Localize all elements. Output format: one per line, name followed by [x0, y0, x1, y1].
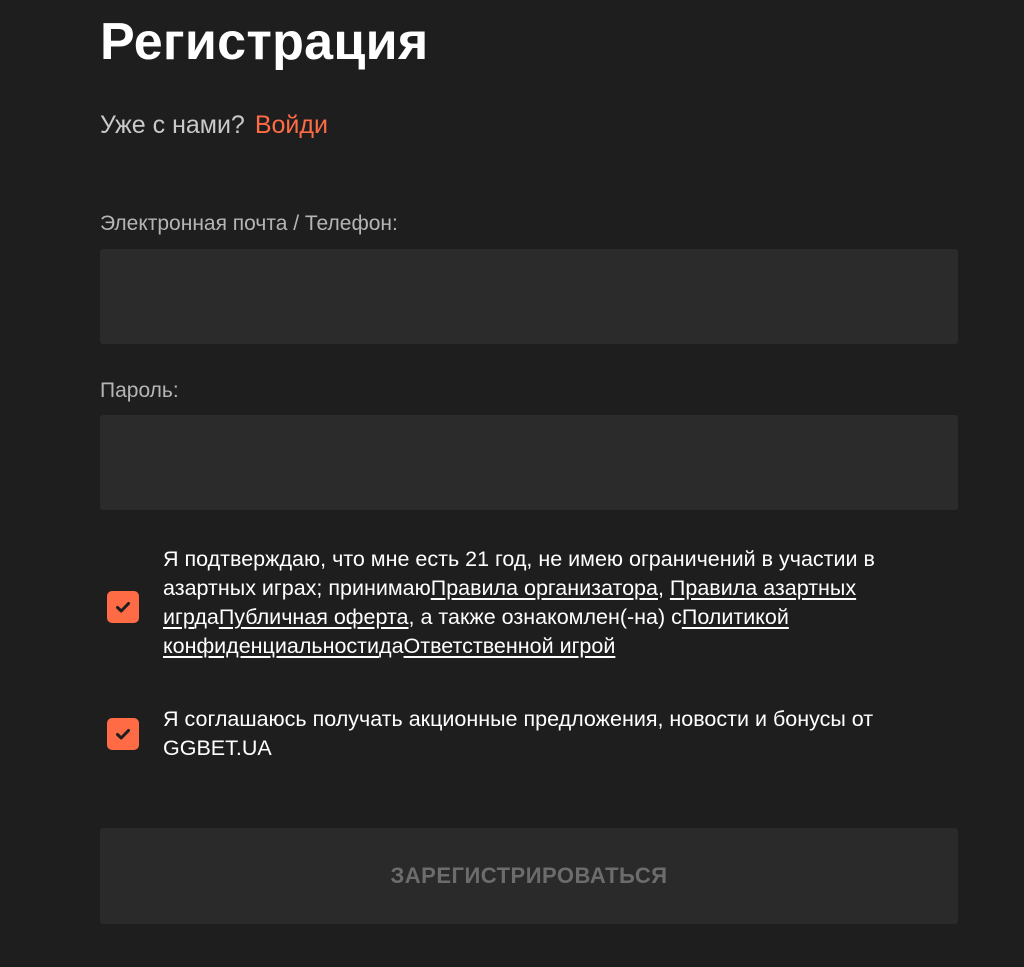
register-button[interactable]: ЗАРЕГИСТРИРОВАТЬСЯ — [100, 828, 958, 924]
checkmark-icon — [116, 729, 130, 740]
login-prompt: Уже с нами? Войди — [100, 108, 328, 142]
registration-form: Регистрация Уже с нами? Войди Электронная… — [0, 0, 1024, 967]
password-label: Пароль: — [100, 379, 179, 402]
promo-text: Я соглашаюсь получать акционные предложе… — [163, 707, 874, 760]
email-label: Электронная почта / Телефон: — [100, 212, 398, 235]
terms-text: Я подтверждаю, что мне есть 21 год, не и… — [163, 545, 963, 661]
public-offer-link[interactable]: Публичная оферта — [219, 605, 409, 629]
login-prompt-text: Уже с нами? — [100, 111, 245, 139]
email-phone-input[interactable] — [100, 249, 958, 344]
promo-checkbox[interactable] — [107, 718, 139, 750]
page-title: Регистрация — [100, 13, 429, 71]
terms-sep-1: , — [657, 576, 670, 600]
organizer-rules-link[interactable]: Правила организатора — [431, 576, 658, 600]
responsible-gaming-link[interactable]: Ответственной игрой — [404, 634, 616, 658]
login-link[interactable]: Войди — [255, 111, 328, 139]
terms-checkbox[interactable] — [107, 591, 139, 623]
password-input[interactable] — [100, 415, 958, 510]
terms-sep-3: да — [379, 634, 404, 658]
terms-text-2: , а также ознакомлен(-на) с — [408, 605, 682, 629]
terms-sep-2: да — [194, 605, 219, 629]
checkmark-icon — [116, 602, 130, 613]
